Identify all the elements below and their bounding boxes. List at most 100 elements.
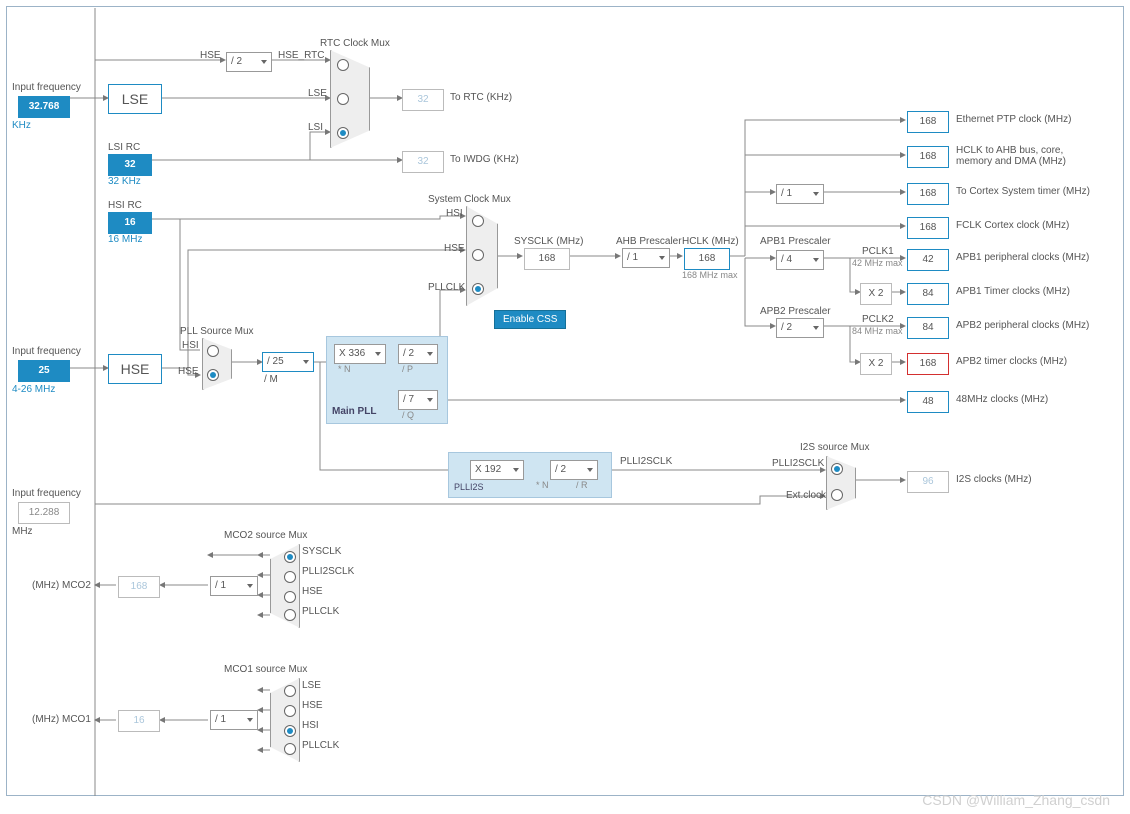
mco2-plli2s: PLLI2SCLK (302, 566, 354, 577)
mco1-pllclk: PLLCLK (302, 740, 339, 751)
apb2-per-lbl: APB2 peripheral clocks (MHz) (956, 320, 1089, 331)
cortex-sys-val: 168 (907, 183, 949, 205)
mco1-hsi: HSI (302, 720, 319, 731)
hsi-unit: 16 MHz (108, 234, 142, 245)
iwdg-out: 32 (402, 151, 444, 173)
lsi-rc-label: LSI RC (108, 142, 140, 153)
plln-lbl: * N (338, 364, 351, 374)
mco2-val: 168 (118, 576, 160, 598)
pll-src-hsi: HSI (182, 340, 199, 351)
fclk-lbl: FCLK Cortex clock (MHz) (956, 220, 1069, 231)
pllm-sel[interactable]: / 25 (262, 352, 314, 372)
lsi-sig: LSI (308, 122, 323, 133)
i2sn-lbl: * N (536, 480, 549, 490)
apb1-div[interactable]: / 4 (776, 250, 824, 270)
hsi-value: 16 (108, 212, 152, 234)
pllp-sel[interactable]: / 2 (398, 344, 438, 364)
mco2-sysclk: SYSCLK (302, 546, 341, 557)
i2s-mux-ext: Ext.clock (786, 490, 826, 501)
mco1-lbl: (MHz) MCO1 (32, 714, 91, 725)
sysclk-hse: HSE (444, 243, 465, 254)
main-pll-title: Main PLL (332, 406, 376, 417)
pllp-lbl: / P (402, 364, 413, 374)
hse-sig-rtc: HSE (200, 50, 221, 61)
apb2-tim-val: 168 (907, 353, 949, 375)
lse-value[interactable]: 32.768 (18, 96, 70, 118)
cortex-div[interactable]: / 1 (776, 184, 824, 204)
apb1-tim-val: 84 (907, 283, 949, 305)
sysclk-label: SYSCLK (MHz) (514, 236, 583, 247)
lse-osc[interactable]: LSE (108, 84, 162, 114)
pll-src-title: PLL Source Mux (180, 326, 254, 337)
cortex-sys-lbl: To Cortex System timer (MHz) (956, 186, 1090, 197)
watermark: CSDN @William_Zhang_csdn (922, 792, 1110, 808)
hclk-value[interactable]: 168 (684, 248, 730, 270)
sysclk-mux-title: System Clock Mux (428, 194, 511, 205)
hclk-bus-lbl1: HCLK to AHB bus, core, (956, 145, 1063, 156)
input-freq-hse-label: Input frequency (12, 346, 81, 357)
pclk2-max: 84 MHz max (852, 326, 903, 336)
i2s-ext-unit: MHz (12, 526, 33, 537)
mco2-div[interactable]: / 1 (210, 576, 258, 596)
hsi-rc-label: HSI RC (108, 200, 142, 211)
hse-osc[interactable]: HSE (108, 354, 162, 384)
mco1-val: 16 (118, 710, 160, 732)
lsi-unit: 32 KHz (108, 176, 141, 187)
to-rtc-label: To RTC (KHz) (450, 92, 512, 103)
pclk1-lbl: PCLK1 (862, 246, 894, 257)
eth-ptp-lbl: Ethernet PTP clock (MHz) (956, 114, 1071, 125)
plli2sclk-sig: PLLI2SCLK (620, 456, 672, 467)
mco2-pllclk: PLLCLK (302, 606, 339, 617)
plln-sel[interactable]: X 336 (334, 344, 386, 364)
lsi-value: 32 (108, 154, 152, 176)
apb2-tim-mul: X 2 (860, 353, 892, 375)
clk48-lbl: 48MHz clocks (MHz) (956, 394, 1048, 405)
sysclk-value: 168 (524, 248, 570, 270)
rtc-out: 32 (402, 89, 444, 111)
apb1-tim-mul: X 2 (860, 283, 892, 305)
input-freq-lse-label: Input frequency (12, 82, 81, 93)
hclk-bus-lbl2: memory and DMA (MHz) (956, 156, 1066, 167)
mco1-mux-title: MCO1 source Mux (224, 664, 307, 675)
mco1-div[interactable]: / 1 (210, 710, 258, 730)
lse-sig: LSE (308, 88, 327, 99)
plli2s-title: PLLI2S (454, 482, 484, 492)
i2s-ext-value[interactable]: 12.288 (18, 502, 70, 524)
pllq-sel[interactable]: / 7 (398, 390, 438, 410)
eth-ptp-val: 168 (907, 111, 949, 133)
apb1-per-lbl: APB1 peripheral clocks (MHz) (956, 252, 1089, 263)
hclk-max: 168 MHz max (682, 270, 738, 280)
input-freq-i2s-label: Input frequency (12, 488, 81, 499)
apb1-tim-lbl: APB1 Timer clocks (MHz) (956, 286, 1070, 297)
pclk1-val: 42 (907, 249, 949, 271)
sysclk-pllclk: PLLCLK (428, 282, 465, 293)
pll-src-hse: HSE (178, 366, 199, 377)
rtc-hse-div[interactable]: / 2 (226, 52, 272, 72)
enable-css-button[interactable]: Enable CSS (494, 310, 566, 329)
i2s-clk-lbl: I2S clocks (MHz) (956, 474, 1032, 485)
ahb-pre-label: AHB Prescaler (616, 236, 682, 247)
ahb-pre-sel[interactable]: / 1 (622, 248, 670, 268)
clk48-val: 48 (907, 391, 949, 413)
pclk1-max: 42 MHz max (852, 258, 903, 268)
sysclk-hsi: HSI (446, 208, 463, 219)
to-iwdg-label: To IWDG (KHz) (450, 154, 519, 165)
i2s-mux-plli2s: PLLI2SCLK (772, 458, 824, 469)
i2s-val: 96 (907, 471, 949, 493)
lse-unit: KHz (12, 120, 31, 131)
i2sn-sel[interactable]: X 192 (470, 460, 524, 480)
apb2-tim-lbl: APB2 timer clocks (MHz) (956, 356, 1067, 367)
hclk-bus-val: 168 (907, 146, 949, 168)
hse-range: 4-26 MHz (12, 384, 55, 395)
pclk2-lbl: PCLK2 (862, 314, 894, 325)
mco1-hse: HSE (302, 700, 323, 711)
apb1-pre-lbl: APB1 Prescaler (760, 236, 831, 247)
mco2-mux-title: MCO2 source Mux (224, 530, 307, 541)
hclk-label: HCLK (MHz) (682, 236, 739, 247)
pllq-lbl: / Q (402, 410, 414, 420)
hse-value[interactable]: 25 (18, 360, 70, 382)
apb2-div[interactable]: / 2 (776, 318, 824, 338)
i2sr-sel[interactable]: / 2 (550, 460, 598, 480)
mco2-hse: HSE (302, 586, 323, 597)
pllm-lbl: / M (264, 374, 278, 385)
